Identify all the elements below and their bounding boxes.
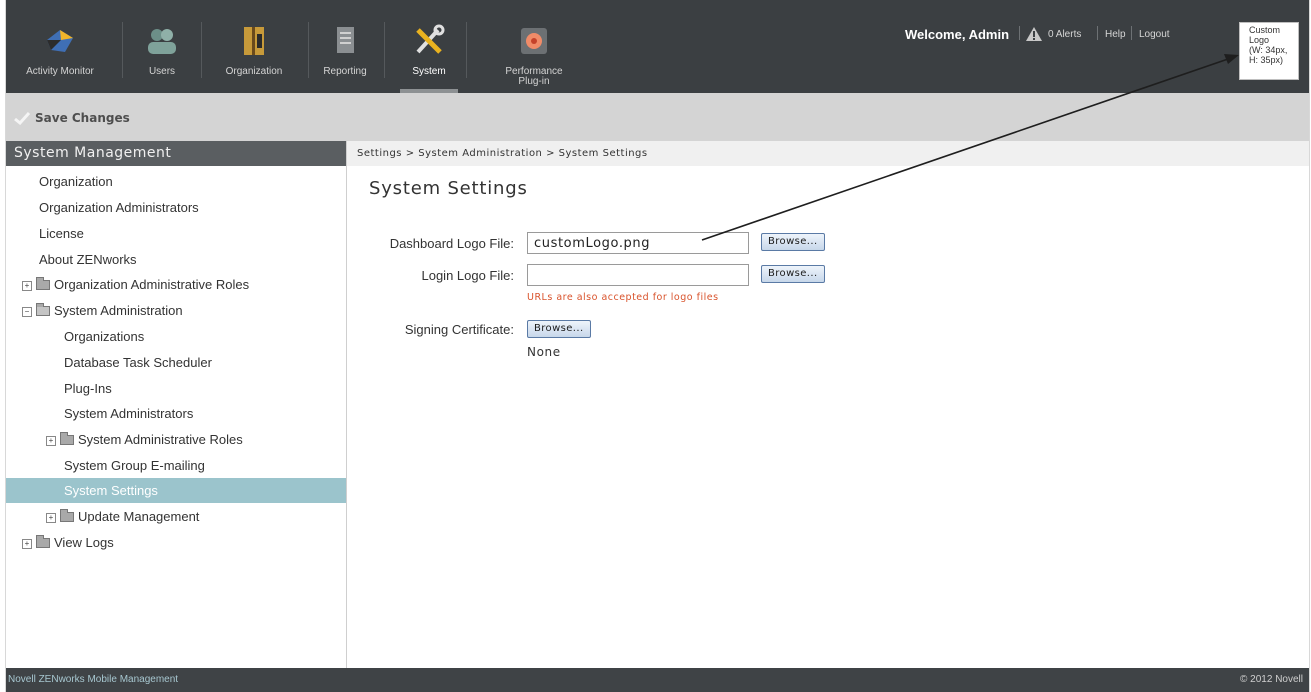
- system-tools-icon: [416, 24, 445, 54]
- sidebar-item-label: Database Task Scheduler: [64, 355, 212, 370]
- nav-reporting[interactable]: Reporting: [313, 0, 377, 93]
- sidebar-item-label: View Logs: [54, 535, 114, 550]
- login-logo-browse-button[interactable]: Browse...: [761, 265, 825, 283]
- nav-divider: [201, 22, 202, 78]
- sidebar-item-label: System Administrators: [64, 406, 194, 421]
- sidebar-item-organizations[interactable]: Organizations: [6, 324, 346, 349]
- alert-icon: [1026, 27, 1042, 41]
- sidebar-item-license[interactable]: License: [6, 221, 346, 246]
- sidebar-item-database-task-scheduler[interactable]: Database Task Scheduler: [6, 350, 346, 375]
- nav-label: Reporting: [323, 66, 367, 77]
- nav-activity-monitor[interactable]: Activity Monitor: [6, 0, 114, 93]
- users-icon: [148, 29, 176, 54]
- nav-label-line2: Plug-in: [518, 76, 550, 87]
- organization-icon: [244, 27, 264, 55]
- nav-divider: [308, 22, 309, 78]
- expand-icon[interactable]: +: [46, 513, 56, 523]
- sidebar-item-plug-ins[interactable]: Plug-Ins: [6, 376, 346, 401]
- sidebar-item-label: Organization Administrative Roles: [54, 277, 250, 292]
- nav-divider: [122, 22, 123, 78]
- signing-certificate-label: Signing Certificate:: [404, 322, 514, 337]
- sidebar-item-organization-administrators[interactable]: Organization Administrators: [6, 195, 346, 220]
- signing-certificate-browse-button[interactable]: Browse...: [527, 320, 591, 338]
- sidebar-item-label: System Administrative Roles: [78, 432, 243, 447]
- activity-monitor-icon: [47, 30, 73, 52]
- alerts-link[interactable]: 0 Alerts: [1048, 29, 1081, 40]
- action-toolbar: Save Changes: [6, 93, 1309, 141]
- sidebar-item-label: Plug-Ins: [64, 381, 112, 396]
- nav-label: Activity Monitor: [26, 66, 94, 77]
- dashboard-logo-browse-button[interactable]: Browse...: [761, 233, 825, 251]
- nav-label: Users: [148, 66, 176, 77]
- save-changes-label: Save Changes: [35, 111, 130, 125]
- top-nav-bar: Activity Monitor Users Organization Repo…: [6, 0, 1309, 93]
- nav-divider: [384, 22, 385, 78]
- login-logo-field[interactable]: [527, 264, 749, 286]
- expand-icon[interactable]: +: [22, 281, 32, 291]
- footer-copyright: © 2012 Novell: [1240, 674, 1303, 685]
- header-divider: [1019, 26, 1020, 40]
- sidebar: System Management Organization Organizat…: [6, 141, 347, 668]
- sidebar-item-system-settings[interactable]: System Settings: [6, 478, 346, 503]
- folder-icon: [60, 432, 74, 445]
- footer: Novell ZENworks Mobile Management © 2012…: [6, 668, 1309, 692]
- custom-logo-placeholder: Custom Logo (W: 34px, H: 35px): [1239, 22, 1299, 80]
- sidebar-title: System Management: [6, 141, 346, 166]
- sidebar-item-label: About ZENworks: [39, 252, 137, 267]
- custom-logo-text: Custom Logo (W: 34px, H: 35px): [1249, 25, 1288, 65]
- folder-open-icon: [36, 303, 50, 316]
- nav-organization[interactable]: Organization: [207, 0, 301, 93]
- nav-label: Performance Plug-in: [484, 67, 584, 87]
- dashboard-logo-field[interactable]: [527, 232, 749, 254]
- footer-product-name: Novell ZENworks Mobile Management: [8, 674, 179, 685]
- login-logo-label: Login Logo File:: [421, 268, 514, 283]
- nav-users[interactable]: Users: [129, 0, 195, 93]
- folder-icon: [36, 535, 50, 548]
- sidebar-item-system-group-emailing[interactable]: System Group E-mailing: [6, 453, 346, 478]
- sidebar-item-organization[interactable]: Organization: [6, 169, 346, 194]
- header-divider: [1097, 26, 1098, 40]
- reporting-icon: [337, 27, 354, 53]
- page-title: System Settings: [369, 178, 528, 199]
- collapse-icon[interactable]: −: [22, 307, 32, 317]
- header-divider: [1131, 26, 1132, 40]
- sidebar-item-about-zenworks[interactable]: About ZENworks: [6, 247, 346, 272]
- sidebar-item-label: Organizations: [64, 329, 145, 344]
- nav-divider: [466, 22, 467, 78]
- performance-plugin-icon: [521, 28, 547, 54]
- sidebar-item-label: Organization: [39, 174, 113, 189]
- sidebar-item-label: License: [39, 226, 84, 241]
- checkmark-icon: [14, 111, 30, 125]
- help-link[interactable]: Help: [1105, 29, 1126, 40]
- logo-url-hint: URLs are also accepted for logo files: [527, 292, 719, 303]
- folder-icon: [36, 277, 50, 290]
- expand-icon[interactable]: +: [22, 539, 32, 549]
- sidebar-item-label: Update Management: [78, 509, 200, 524]
- sidebar-item-system-administration[interactable]: − System Administration: [6, 298, 346, 323]
- logout-link[interactable]: Logout: [1139, 29, 1170, 40]
- sidebar-item-system-administrative-roles[interactable]: + System Administrative Roles: [6, 427, 346, 452]
- save-changes-button[interactable]: Save Changes: [14, 109, 130, 127]
- sidebar-item-label: System Settings: [64, 483, 158, 498]
- nav-label: Organization: [225, 66, 283, 77]
- breadcrumb: Settings > System Administration > Syste…: [347, 141, 1309, 166]
- sidebar-item-view-logs[interactable]: + View Logs: [6, 530, 346, 555]
- sidebar-item-label: System Administration: [54, 303, 183, 318]
- nav-label: System: [412, 66, 446, 77]
- dashboard-logo-label: Dashboard Logo File:: [389, 236, 514, 251]
- app-window: Activity Monitor Users Organization Repo…: [6, 0, 1309, 692]
- nav-performance-plugin[interactable]: Performance Plug-in: [484, 0, 584, 93]
- welcome-text: Welcome, Admin: [905, 27, 1010, 42]
- sidebar-item-update-management[interactable]: + Update Management: [6, 504, 346, 529]
- sidebar-item-label: Organization Administrators: [39, 200, 199, 215]
- signing-certificate-value: None: [527, 345, 561, 359]
- sidebar-item-organization-administrative-roles[interactable]: + Organization Administrative Roles: [6, 272, 346, 297]
- folder-icon: [60, 509, 74, 522]
- sidebar-item-label: System Group E-mailing: [64, 458, 205, 473]
- nav-system[interactable]: System: [400, 0, 458, 93]
- sidebar-item-system-administrators[interactable]: System Administrators: [6, 401, 346, 426]
- expand-icon[interactable]: +: [46, 436, 56, 446]
